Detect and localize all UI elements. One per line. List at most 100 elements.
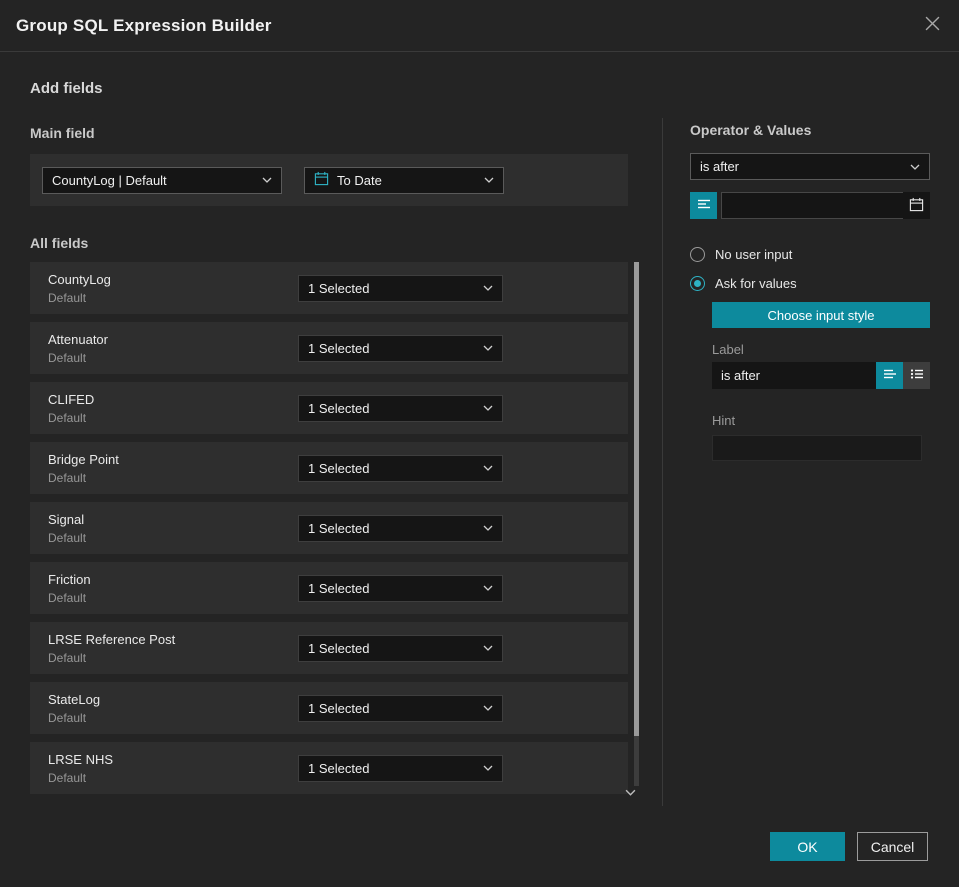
chevron-down-icon xyxy=(483,525,493,531)
field-row: CLIFED Default 1 Selected xyxy=(30,382,628,434)
field-texts: LRSE NHS Default xyxy=(48,752,298,785)
list-icon xyxy=(910,367,924,384)
field-subtitle: Default xyxy=(48,650,87,665)
scrollbar-thumb[interactable] xyxy=(634,262,639,736)
field-texts: StateLog Default xyxy=(48,692,298,725)
field-subtitle: Default xyxy=(48,410,87,425)
chevron-down-icon xyxy=(484,177,494,183)
list-style-button[interactable] xyxy=(903,362,930,389)
lines-icon xyxy=(697,197,711,214)
field-texts: CountyLog Default xyxy=(48,272,298,305)
field-selection-value: 1 Selected xyxy=(308,460,370,476)
field-subtitle: Default xyxy=(48,590,87,605)
date-value-row xyxy=(690,192,930,219)
hint-input[interactable] xyxy=(712,435,922,461)
radio-no-user-input[interactable]: No user input xyxy=(690,247,930,262)
field-name: LRSE Reference Post xyxy=(48,631,176,647)
chevron-down-icon xyxy=(483,705,493,711)
field-selection-value: 1 Selected xyxy=(308,700,370,716)
main-field-select[interactable]: CountyLog | Default xyxy=(42,166,282,194)
scrollbar-track[interactable] xyxy=(634,262,639,786)
field-selection-value: 1 Selected xyxy=(308,520,370,536)
column-divider xyxy=(662,118,663,806)
field-subtitle: Default xyxy=(48,530,87,545)
calendar-icon xyxy=(314,171,329,189)
choose-input-style-button[interactable]: Choose input style xyxy=(712,302,930,328)
close-button[interactable] xyxy=(921,15,943,37)
cancel-button[interactable]: Cancel xyxy=(857,832,928,861)
radio-label: No user input xyxy=(715,247,793,262)
field-texts: LRSE Reference Post Default xyxy=(48,632,298,665)
field-name: CLIFED xyxy=(48,391,95,407)
field-selection-select[interactable]: 1 Selected xyxy=(298,694,503,722)
field-selection-value: 1 Selected xyxy=(308,760,370,776)
field-selection-select[interactable]: 1 Selected xyxy=(298,514,503,542)
field-name: Signal xyxy=(48,511,85,527)
radio-ask-for-values[interactable]: Ask for values xyxy=(690,276,930,291)
scroll-down-icon[interactable] xyxy=(622,786,638,798)
ok-button[interactable]: OK xyxy=(770,832,845,861)
field-subtitle: Default xyxy=(48,470,87,485)
radio-label: Ask for values xyxy=(715,276,797,291)
field-row: Signal Default 1 Selected xyxy=(30,502,628,554)
field-subtitle: Default xyxy=(48,710,87,725)
field-selection-select[interactable]: 1 Selected xyxy=(298,574,503,602)
ask-for-values-block: Choose input style Label Hint xyxy=(712,302,930,461)
add-fields-heading: Add fields xyxy=(30,80,103,97)
field-selection-select[interactable]: 1 Selected xyxy=(298,454,503,482)
chevron-down-icon xyxy=(483,765,493,771)
field-row: StateLog Default 1 Selected xyxy=(30,682,628,734)
field-selection-select[interactable]: 1 Selected xyxy=(298,634,503,662)
group-sql-expression-builder-dialog: Group SQL Expression Builder Add fields … xyxy=(0,0,959,887)
field-name: CountyLog xyxy=(48,271,111,287)
operator-values-heading: Operator & Values xyxy=(690,122,812,138)
operator-select-value: is after xyxy=(700,159,740,174)
field-name: Bridge Point xyxy=(48,451,119,467)
field-selection-select[interactable]: 1 Selected xyxy=(298,394,503,422)
main-field-panel: CountyLog | Default To Date xyxy=(30,154,628,206)
field-texts: CLIFED Default xyxy=(48,392,298,425)
field-row: LRSE Reference Post Default 1 Selected xyxy=(30,622,628,674)
date-mode-button[interactable] xyxy=(690,192,717,219)
field-selection-select[interactable]: 1 Selected xyxy=(298,334,503,362)
label-input[interactable] xyxy=(712,362,876,389)
dialog-title: Group SQL Expression Builder xyxy=(16,15,272,35)
date-type-select-value: To Date xyxy=(337,172,382,188)
calendar-button[interactable] xyxy=(903,192,930,219)
field-row: CountyLog Default 1 Selected xyxy=(30,262,628,314)
dialog-header: Group SQL Expression Builder xyxy=(0,0,959,52)
field-texts: Signal Default xyxy=(48,512,298,545)
main-field-select-value: CountyLog | Default xyxy=(52,172,167,188)
field-texts: Attenuator Default xyxy=(48,332,298,365)
close-icon xyxy=(925,16,940,36)
operator-select[interactable]: is after xyxy=(690,153,930,180)
field-row: LRSE NHS Default 1 Selected xyxy=(30,742,628,794)
field-selection-value: 1 Selected xyxy=(308,400,370,416)
textbox-style-button[interactable] xyxy=(876,362,903,389)
chevron-down-icon xyxy=(483,645,493,651)
field-row: Friction Default 1 Selected xyxy=(30,562,628,614)
field-selection-value: 1 Selected xyxy=(308,280,370,296)
date-type-select[interactable]: To Date xyxy=(304,166,504,194)
operator-values-panel: Operator & Values is after No user input… xyxy=(690,122,930,461)
field-row: Attenuator Default 1 Selected xyxy=(30,322,628,374)
date-value-input[interactable] xyxy=(721,192,930,219)
field-name: StateLog xyxy=(48,691,101,707)
field-selection-select[interactable]: 1 Selected xyxy=(298,754,503,782)
field-selection-select[interactable]: 1 Selected xyxy=(298,274,503,302)
chevron-down-icon xyxy=(483,345,493,351)
chevron-down-icon xyxy=(483,585,493,591)
field-texts: Friction Default xyxy=(48,572,298,605)
field-selection-value: 1 Selected xyxy=(308,340,370,356)
all-fields-list: CountyLog Default 1 Selected Attenuator … xyxy=(30,262,628,794)
align-left-icon xyxy=(883,367,897,384)
radio-circle xyxy=(690,247,705,262)
chevron-down-icon xyxy=(910,164,920,170)
field-name: Attenuator xyxy=(48,331,108,347)
all-fields-label: All fields xyxy=(30,235,89,251)
label-row xyxy=(712,362,930,389)
radio-circle xyxy=(690,276,705,291)
field-subtitle: Default xyxy=(48,350,87,365)
chevron-down-icon xyxy=(483,465,493,471)
field-row: Bridge Point Default 1 Selected xyxy=(30,442,628,494)
